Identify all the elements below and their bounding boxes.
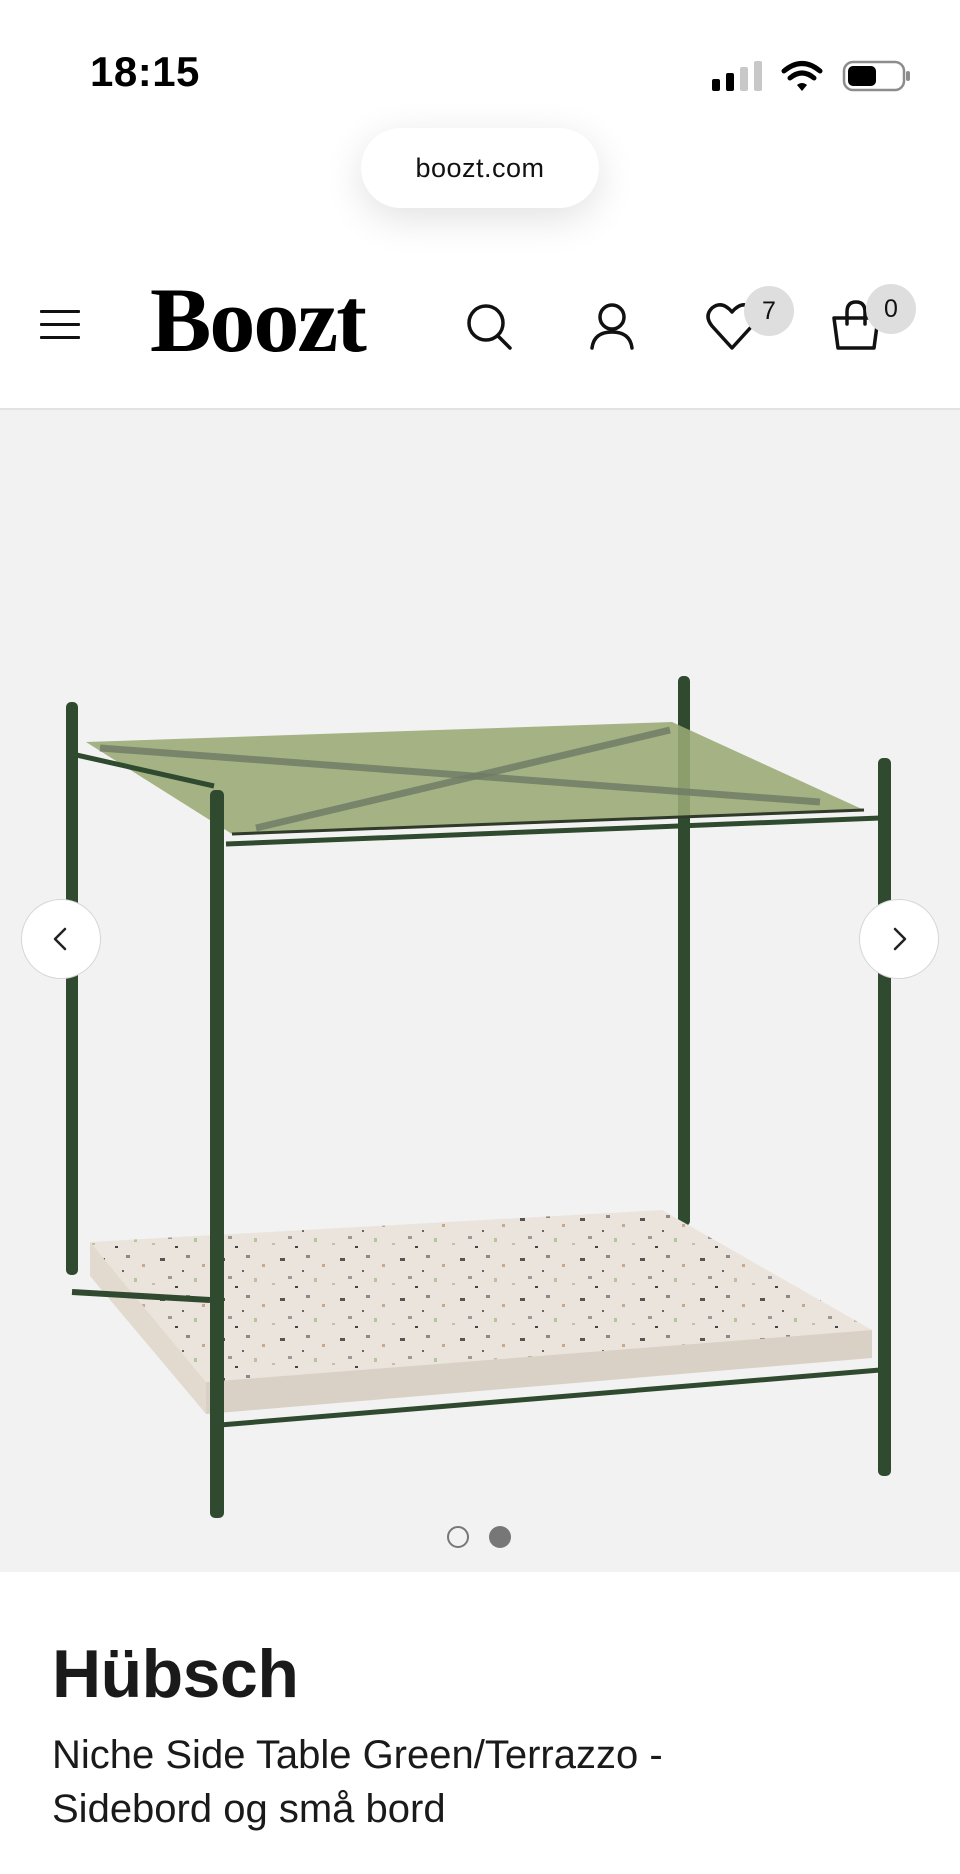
search-icon[interactable] xyxy=(460,296,520,356)
chevron-right-icon xyxy=(893,927,907,951)
product-title: Niche Side Table Green/Terrazzo - Sidebo… xyxy=(52,1733,663,1831)
signal-icon xyxy=(712,61,762,91)
product-image xyxy=(66,676,891,1518)
cart-count-badge: 0 xyxy=(866,284,916,334)
product-gallery[interactable] xyxy=(0,410,960,1572)
brand-logo[interactable]: Boozt xyxy=(150,274,367,366)
wifi-icon xyxy=(781,61,823,91)
wishlist-count-badge: 7 xyxy=(744,286,794,336)
next-image-button[interactable] xyxy=(859,899,939,979)
gallery-dot-2[interactable] xyxy=(489,1526,511,1548)
menu-icon[interactable] xyxy=(40,310,84,346)
site-header: Boozt 7 0 xyxy=(0,250,960,410)
gallery-dot-1[interactable] xyxy=(447,1526,469,1548)
product-info: Hübsch Niche Side Table Green/Terrazzo -… xyxy=(52,1640,932,1836)
status-time: 18:15 xyxy=(90,48,200,95)
previous-image-button[interactable] xyxy=(21,899,101,979)
user-icon[interactable] xyxy=(582,296,642,356)
chevron-left-icon xyxy=(53,927,67,951)
address-bar[interactable]: boozt.com xyxy=(361,128,599,208)
battery-icon xyxy=(842,60,910,92)
product-brand[interactable]: Hübsch xyxy=(52,1640,932,1708)
gallery-pagination xyxy=(447,1526,511,1548)
status-icons xyxy=(712,56,912,96)
status-bar: 18:15 xyxy=(0,0,960,120)
